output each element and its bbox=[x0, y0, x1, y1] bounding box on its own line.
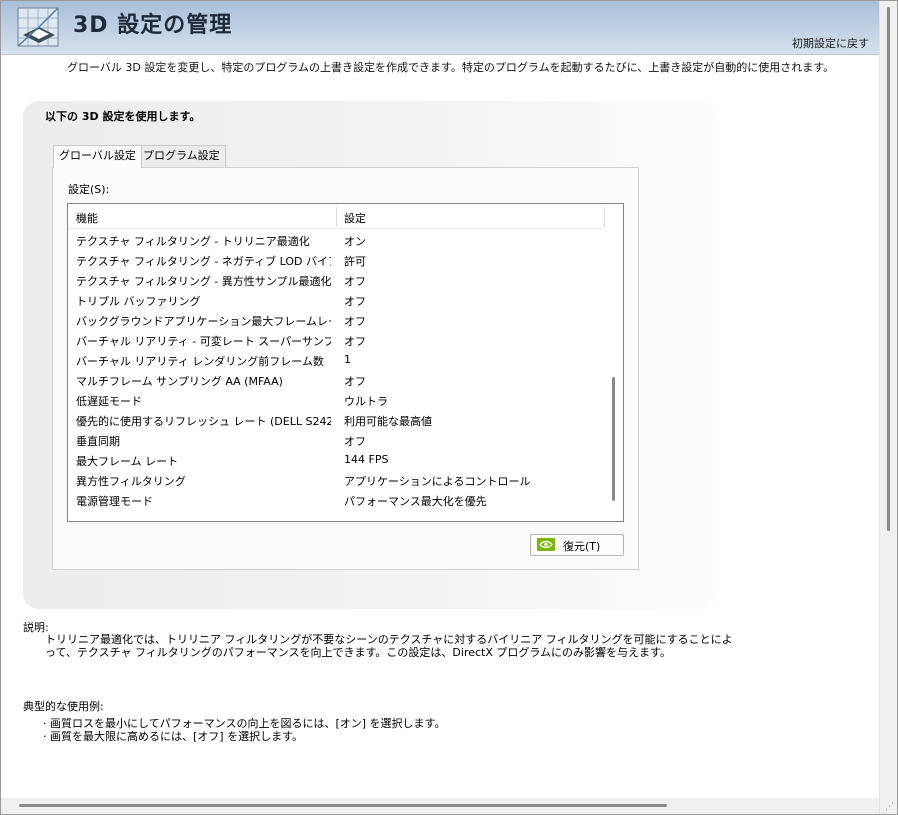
setting-value-cell[interactable]: オフ bbox=[344, 293, 366, 309]
setting-value-cell[interactable]: 144 FPS bbox=[344, 453, 388, 466]
table-row[interactable]: 優先的に使用するリフレッシュ レート (DELL S2421H... 利用可能な最… bbox=[68, 409, 606, 429]
table-row[interactable]: 垂直同期 オフ bbox=[68, 429, 606, 449]
table-row[interactable]: テクスチャ フィルタリング - ネガティブ LOD バイアス 許可 bbox=[68, 249, 606, 269]
table-row[interactable]: テクスチャ フィルタリング - 異方性サンプル最適化 オフ bbox=[68, 269, 606, 289]
feature-cell: 電源管理モード bbox=[76, 495, 153, 508]
feature-cell: 最大フレーム レート bbox=[76, 455, 179, 468]
setting-value-cell[interactable]: オフ bbox=[344, 433, 366, 449]
column-divider[interactable] bbox=[604, 207, 605, 227]
3d-settings-icon bbox=[17, 7, 59, 47]
table-row[interactable]: マルチフレーム サンプリング AA (MFAA) オフ bbox=[68, 369, 606, 389]
table-row[interactable]: バーチャル リアリティ レンダリング前フレーム数 1 bbox=[68, 349, 606, 369]
setting-value-cell[interactable]: オフ bbox=[344, 373, 366, 389]
setting-value-cell[interactable]: アプリケーションによるコントロール bbox=[344, 473, 530, 489]
list-rows: テクスチャ フィルタリング - トリリニア最適化 オン テクスチャ フィルタリング … bbox=[68, 229, 606, 509]
settings-label: 設定(S): bbox=[68, 183, 110, 196]
feature-cell: マルチフレーム サンプリング AA (MFAA) bbox=[76, 375, 283, 388]
setting-value-cell[interactable]: 利用可能な最高値 bbox=[344, 413, 432, 429]
feature-cell: テクスチャ フィルタリング - ネガティブ LOD バイアス bbox=[76, 255, 331, 268]
feature-cell: 異方性フィルタリング bbox=[76, 475, 186, 488]
setting-value-cell[interactable]: オフ bbox=[344, 313, 366, 329]
settings-panel: 以下の 3D 設定を使用します。 グローバル設定 プログラム設定 設定(S): … bbox=[23, 101, 719, 609]
nvidia-logo-icon bbox=[537, 538, 555, 551]
feature-cell: バックグラウンドアプリケーション最大フレームレート bbox=[76, 315, 331, 328]
feature-cell: テクスチャ フィルタリング - トリリニア最適化 bbox=[76, 235, 310, 248]
feature-cell: 優先的に使用するリフレッシュ レート (DELL S2421H... bbox=[76, 415, 331, 428]
restore-button-label: 復元(T) bbox=[563, 540, 601, 553]
setting-value-cell[interactable]: オン bbox=[344, 233, 366, 249]
table-row[interactable]: テクスチャ フィルタリング - トリリニア最適化 オン bbox=[68, 229, 606, 249]
vertical-scrollbar[interactable] bbox=[879, 1, 897, 814]
usage-title: 典型的な使用例: bbox=[23, 700, 104, 713]
intro-text: グローバル 3D 設定を変更し、特定のプログラムの上書き設定を作成できます。特定… bbox=[67, 61, 835, 74]
page-title: 3D 設定の管理 bbox=[73, 13, 233, 38]
table-row[interactable]: 最大フレーム レート 144 FPS bbox=[68, 449, 606, 469]
feature-cell: バーチャル リアリティ - 可変レート スーパーサンプリング bbox=[76, 335, 331, 348]
app-window: 3D 設定の管理 初期設定に戻す グローバル 3D 設定を変更し、特定のプログラ… bbox=[0, 0, 898, 815]
tab-program-settings[interactable]: プログラム設定 bbox=[137, 145, 226, 167]
feature-cell: 垂直同期 bbox=[76, 435, 120, 448]
tab-global-settings[interactable]: グローバル設定 bbox=[53, 145, 142, 168]
feature-cell: バーチャル リアリティ レンダリング前フレーム数 bbox=[76, 355, 324, 368]
horizontal-scrollbar[interactable] bbox=[1, 798, 879, 814]
usage-list: · 画質ロスを最小にしてパフォーマンスの向上を図るには、[オン] を選択します。… bbox=[43, 717, 445, 743]
table-row[interactable]: トリプル バッファリング オフ bbox=[68, 289, 606, 309]
table-row[interactable]: バックグラウンドアプリケーション最大フレームレート オフ bbox=[68, 309, 606, 329]
settings-list[interactable]: 機能 設定 テクスチャ フィルタリング - トリリニア最適化 オン テクスチャ フィ… bbox=[67, 203, 624, 522]
feature-cell: テクスチャ フィルタリング - 異方性サンプル最適化 bbox=[76, 275, 331, 288]
setting-value-cell[interactable]: オフ bbox=[344, 273, 366, 289]
setting-value-cell[interactable]: オフ bbox=[344, 333, 366, 349]
feature-cell: 低遅延モード bbox=[76, 395, 142, 408]
usage-item: · 画質を最大限に高めるには、[オフ] を選択します。 bbox=[43, 730, 303, 743]
panel-title: 以下の 3D 設定を使用します。 bbox=[45, 110, 201, 123]
setting-value-cell[interactable]: 1 bbox=[344, 353, 351, 366]
column-divider[interactable] bbox=[336, 207, 337, 227]
restore-button[interactable]: 復元(T) bbox=[530, 534, 624, 556]
list-header: 機能 設定 bbox=[68, 204, 605, 229]
resize-grip-icon[interactable]: ⋰ bbox=[885, 802, 894, 812]
restore-defaults-link[interactable]: 初期設定に戻す bbox=[792, 35, 869, 51]
column-header-feature[interactable]: 機能 bbox=[76, 210, 98, 226]
horizontal-scrollbar-thumb[interactable] bbox=[19, 804, 667, 807]
setting-value-cell[interactable]: パフォーマンス最大化を優先 bbox=[344, 493, 487, 509]
table-row[interactable]: 異方性フィルタリング アプリケーションによるコントロール bbox=[68, 469, 606, 489]
vertical-scrollbar-thumb[interactable] bbox=[887, 7, 890, 531]
table-row[interactable]: 低遅延モード ウルトラ bbox=[68, 389, 606, 409]
tab-content: 設定(S): 機能 設定 テクスチャ フィルタリング - トリリニア最適化 オンテ… bbox=[52, 167, 639, 570]
description-text: トリリニア最適化では、トリリニア フィルタリングが不要なシーンのテクスチャに対す… bbox=[45, 633, 733, 659]
usage-item: · 画質ロスを最小にしてパフォーマンスの向上を図るには、[オン] を選択します。 bbox=[43, 717, 446, 730]
feature-cell: トリプル バッファリング bbox=[76, 295, 201, 308]
column-header-setting[interactable]: 設定 bbox=[344, 210, 366, 226]
setting-value-cell[interactable]: ウルトラ bbox=[344, 393, 388, 409]
table-row[interactable]: バーチャル リアリティ - 可変レート スーパーサンプリングオフ bbox=[68, 329, 606, 349]
table-row[interactable]: 電源管理モード パフォーマンス最大化を優先 bbox=[68, 489, 606, 509]
list-scrollbar-thumb[interactable] bbox=[612, 377, 615, 501]
setting-value-cell[interactable]: 許可 bbox=[344, 253, 366, 269]
page-header: 3D 設定の管理 初期設定に戻す bbox=[1, 1, 879, 55]
